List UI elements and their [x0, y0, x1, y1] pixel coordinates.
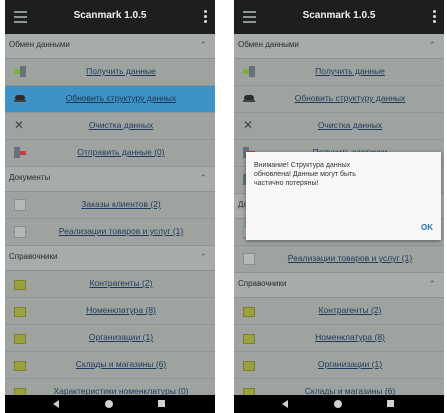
send-data-icon — [14, 147, 26, 158]
reference-book-icon — [14, 388, 26, 395]
item-sales[interactable]: Реализации товаров и услуг (1) — [234, 246, 444, 273]
back-icon[interactable] — [53, 400, 59, 408]
system-nav-bar — [5, 395, 215, 413]
item-characteristics[interactable]: Характеристики номенклатуры (0) — [5, 379, 215, 395]
chevron-up-icon[interactable]: ⌃ — [199, 252, 207, 263]
app-title: Scanmark 1.0.5 — [302, 10, 376, 21]
update-structure-icon — [14, 93, 26, 104]
receive-data-icon — [14, 66, 26, 77]
reference-book-icon — [14, 280, 26, 290]
document-icon — [14, 226, 26, 238]
document-icon — [243, 253, 255, 265]
item-label: Получить данные — [315, 66, 385, 76]
item-update-structure[interactable]: Обновить структуру данных — [234, 86, 444, 113]
app-title: Scanmark 1.0.5 — [73, 10, 147, 21]
alert-dialog: Внимание! Структура данных обновлена! Да… — [246, 152, 441, 240]
reference-book-icon — [14, 361, 26, 371]
recent-apps-icon[interactable] — [387, 400, 394, 407]
item-label: Номенклатура (8) — [315, 332, 385, 342]
section-title: Обмен данными — [238, 40, 299, 49]
item-warehouses[interactable]: Склады и магазины (6) — [234, 379, 444, 395]
item-customer-orders[interactable]: Заказы клиентов (2) — [5, 192, 215, 219]
section-title: Обмен данными — [9, 40, 70, 49]
section-references[interactable]: Справочники ⌃ — [5, 246, 215, 271]
item-label: Реализации товаров и услуг (1) — [287, 253, 413, 263]
chevron-up-icon[interactable]: ⌃ — [199, 173, 207, 184]
chevron-up-icon[interactable]: ⌃ — [199, 40, 207, 51]
reference-book-icon — [14, 334, 26, 344]
home-icon[interactable] — [334, 400, 342, 408]
item-clear-data[interactable]: ✕ Очистка данных — [5, 113, 215, 140]
item-label: Очистка данных — [88, 120, 154, 130]
section-title: Справочники — [9, 252, 58, 261]
item-clear-data[interactable]: ✕ Очистка данных — [234, 113, 444, 140]
hamburger-menu-icon[interactable] — [14, 11, 27, 23]
dialog-message: Внимание! Структура данных обновлена! Да… — [254, 162, 356, 187]
item-receive-data[interactable]: Получить данные — [234, 59, 444, 86]
item-nomenclature[interactable]: Номенклатура (8) — [5, 298, 215, 325]
more-vert-icon[interactable] — [429, 10, 439, 24]
item-sales[interactable]: Реализации товаров и услуг (1) — [5, 219, 215, 246]
item-label: Контрагенты (2) — [89, 278, 153, 288]
back-icon[interactable] — [282, 400, 288, 408]
close-icon: ✕ — [243, 118, 254, 132]
section-documents[interactable]: Документы ⌃ — [5, 167, 215, 192]
item-label: Контрагенты (2) — [318, 305, 382, 315]
item-receive-data[interactable]: Получить данные — [5, 59, 215, 86]
more-vert-icon[interactable] — [200, 10, 210, 24]
reference-book-icon — [243, 361, 255, 371]
reference-book-icon — [243, 388, 255, 395]
section-references[interactable]: Справочники ⌃ — [234, 273, 444, 298]
app-bar: Scanmark 1.0.5 — [234, 0, 444, 34]
reference-book-icon — [243, 334, 255, 344]
item-nomenclature[interactable]: Номенклатура (8) — [234, 325, 444, 352]
item-label: Склады и магазины (6) — [75, 359, 167, 369]
chevron-up-icon[interactable]: ⌃ — [428, 279, 436, 290]
hamburger-menu-icon[interactable] — [243, 11, 256, 23]
ok-button[interactable]: OK — [421, 223, 433, 232]
item-label: Склады и магазины (6) — [304, 386, 396, 395]
item-contractors[interactable]: Контрагенты (2) — [5, 271, 215, 298]
item-label: Организации (1) — [88, 332, 154, 342]
section-title: Документы — [9, 173, 51, 182]
chevron-up-icon[interactable]: ⌃ — [428, 40, 436, 51]
item-warehouses[interactable]: Склады и магазины (6) — [5, 352, 215, 379]
close-icon: ✕ — [14, 118, 25, 132]
item-contractors[interactable]: Контрагенты (2) — [234, 298, 444, 325]
screen-main: Scanmark 1.0.5 Обмен данными ⌃ Получить … — [5, 0, 215, 413]
receive-data-icon — [243, 66, 255, 77]
document-icon — [14, 199, 26, 211]
screen-with-dialog: Scanmark 1.0.5 Обмен данными ⌃ Получить … — [234, 0, 444, 413]
item-organizations[interactable]: Организации (1) — [234, 352, 444, 379]
section-exchange[interactable]: Обмен данными ⌃ — [5, 34, 215, 59]
update-structure-icon — [243, 93, 255, 104]
item-label: Обновить структуру данных — [65, 93, 177, 103]
item-label: Реализации товаров и услуг (1) — [58, 226, 184, 236]
item-label: Заказы клиентов (2) — [81, 199, 161, 209]
item-label: Номенклатура (8) — [86, 305, 156, 315]
item-label: Получить данные — [86, 66, 156, 76]
item-send-data[interactable]: Отправить данные (0) — [5, 140, 215, 167]
app-bar: Scanmark 1.0.5 — [5, 0, 215, 34]
item-label: Очистка данных — [317, 120, 383, 130]
item-update-structure[interactable]: Обновить структуру данных — [5, 86, 215, 113]
reference-book-icon — [14, 307, 26, 317]
item-label: Организации (1) — [317, 359, 383, 369]
recent-apps-icon[interactable] — [158, 400, 165, 407]
menu-list: Обмен данными ⌃ Получить данные Обновить… — [5, 34, 215, 395]
system-nav-bar — [234, 395, 444, 413]
section-exchange[interactable]: Обмен данными ⌃ — [234, 34, 444, 59]
home-icon[interactable] — [105, 400, 113, 408]
reference-book-icon — [243, 307, 255, 317]
item-label: Обновить структуру данных — [294, 93, 406, 103]
item-organizations[interactable]: Организации (1) — [5, 325, 215, 352]
item-label: Отправить данные (0) — [77, 147, 165, 157]
item-label: Характеристики номенклатуры (0) — [53, 386, 189, 395]
section-title: Справочники — [238, 279, 287, 288]
